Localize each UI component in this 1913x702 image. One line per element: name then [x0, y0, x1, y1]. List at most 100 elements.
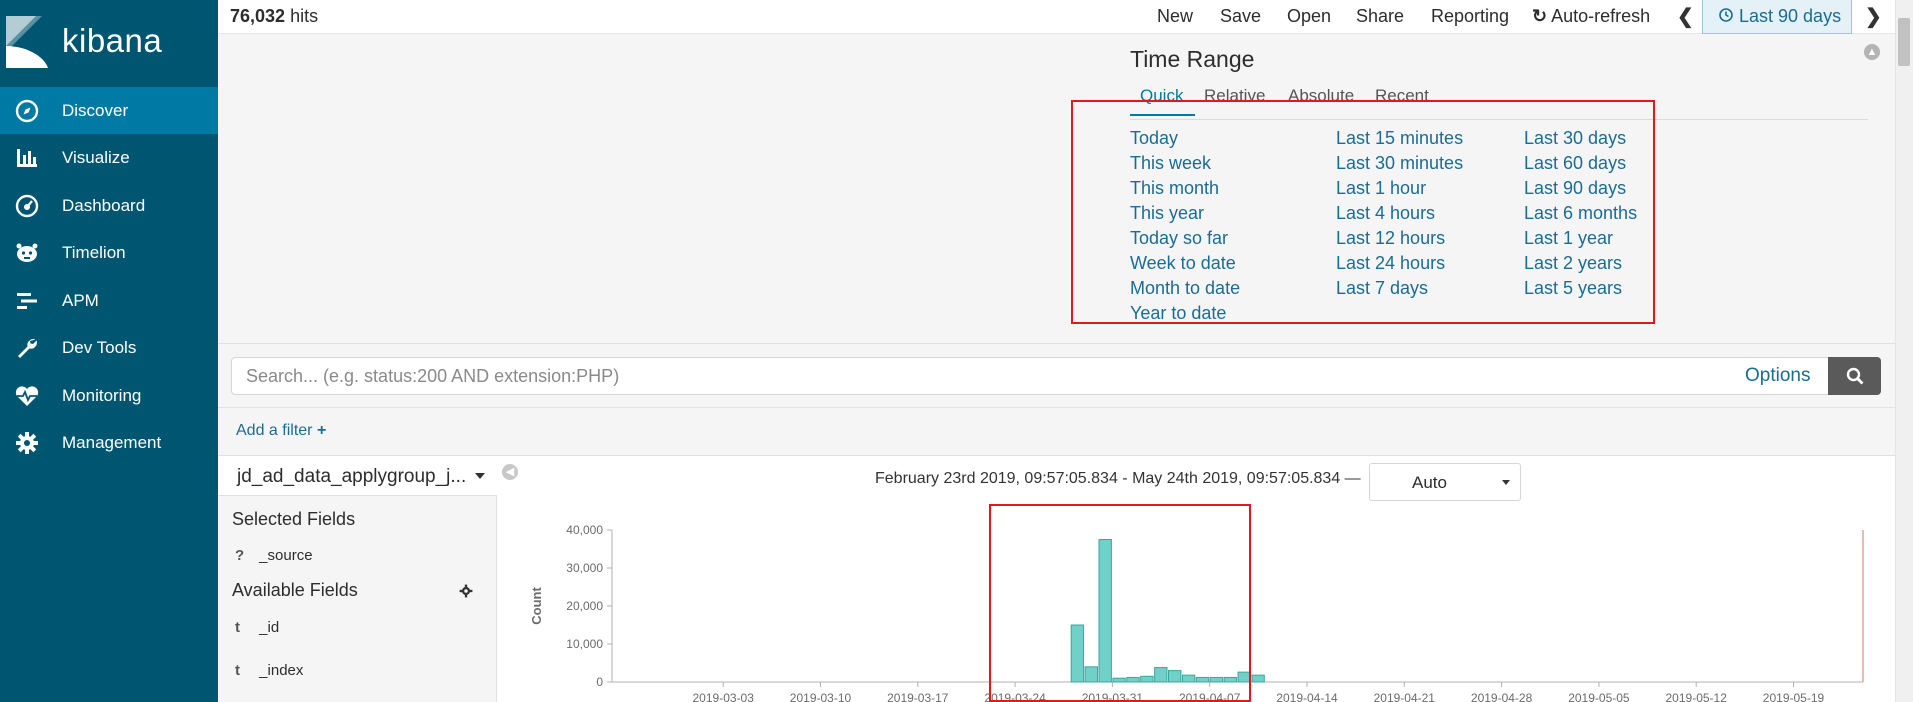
quick-option[interactable]: Last 5 years	[1524, 276, 1637, 301]
auto-refresh-label: Auto-refresh	[1551, 6, 1651, 26]
share-button[interactable]: Share	[1356, 6, 1404, 27]
histogram-bar	[1251, 674, 1265, 683]
quick-option[interactable]: Last 12 hours	[1336, 226, 1463, 251]
compass-icon	[14, 98, 40, 124]
field-item[interactable]: ? _source	[235, 547, 313, 564]
time-picker-button[interactable]: Last 90 days	[1702, 0, 1852, 34]
sidebar-item-dashboard[interactable]: Dashboard	[0, 182, 218, 229]
new-button[interactable]: New	[1157, 6, 1193, 27]
sidebar-item-timelion[interactable]: Timelion	[0, 229, 218, 276]
field-name: _index	[259, 662, 304, 679]
search-button[interactable]	[1828, 357, 1881, 395]
sidebar-item-management[interactable]: Management	[0, 419, 218, 466]
x-tick-label: 2019-03-03	[693, 691, 755, 702]
quick-option[interactable]: Last 60 days	[1524, 151, 1637, 176]
time-step-forward-icon[interactable]: ❯	[1865, 4, 1882, 29]
x-tick-label: 2019-04-21	[1374, 691, 1436, 702]
quick-option[interactable]: Last 30 days	[1524, 126, 1637, 151]
save-button[interactable]: Save	[1220, 6, 1261, 27]
quick-option[interactable]: Last 24 hours	[1336, 251, 1463, 276]
sidebar-item-label: Management	[62, 432, 162, 452]
quick-option[interactable]: Last 4 hours	[1336, 201, 1463, 226]
quick-option[interactable]: Today	[1130, 126, 1240, 151]
filter-bar: Add a filter +	[218, 408, 1895, 456]
collapse-panel-icon[interactable]: ▲	[1864, 44, 1880, 60]
x-tick-label: 2019-04-07	[1179, 691, 1241, 702]
options-link[interactable]: Options	[1745, 365, 1810, 387]
tab-divider	[1130, 119, 1868, 120]
sidebar-item-apm[interactable]: APM	[0, 277, 218, 324]
dashboard-gauge-icon	[14, 193, 40, 219]
quick-option[interactable]: This year	[1130, 201, 1240, 226]
sidebar-item-dev-tools[interactable]: Dev Tools	[0, 324, 218, 371]
quick-option[interactable]: Last 1 hour	[1336, 176, 1463, 201]
hits-label: hits	[290, 6, 319, 26]
sidebar-item-discover[interactable]: Discover	[0, 87, 218, 134]
quick-column-long: Last 30 days Last 60 days Last 90 days L…	[1524, 126, 1637, 301]
histogram-bar	[1084, 666, 1098, 683]
quick-option[interactable]: Last 15 minutes	[1336, 126, 1463, 151]
plus-icon: +	[316, 422, 327, 439]
x-tick-label: 2019-05-19	[1763, 691, 1825, 702]
collapse-sidebar-icon[interactable]: ◀	[502, 464, 518, 480]
search-input[interactable]	[231, 357, 1842, 395]
tab-recent[interactable]: Recent	[1375, 86, 1429, 106]
quick-option[interactable]: Week to date	[1130, 251, 1240, 276]
tab-relative[interactable]: Relative	[1204, 86, 1265, 106]
sidebar-item-label: Monitoring	[62, 385, 142, 405]
field-type-icon: t	[235, 662, 240, 679]
sidebar: kibana Discover Visualize Dashboard Time…	[0, 0, 218, 702]
brand-name: kibana	[62, 22, 163, 59]
caret-down-icon	[1502, 480, 1510, 485]
quick-option[interactable]: Last 1 year	[1524, 226, 1637, 251]
add-filter-button[interactable]: Add a filter +	[236, 422, 326, 440]
sidebar-item-label: Dashboard	[62, 195, 146, 215]
time-step-back-icon[interactable]: ❮	[1677, 4, 1694, 29]
field-settings-gear-icon[interactable]	[459, 584, 473, 603]
tab-absolute[interactable]: Absolute	[1288, 86, 1354, 106]
histogram-bar	[1209, 676, 1224, 683]
histogram-bar	[1140, 675, 1154, 683]
quick-option[interactable]: Last 2 years	[1524, 251, 1637, 276]
quick-option[interactable]: Last 7 days	[1336, 276, 1463, 301]
scrollbar-thumb[interactable]	[1898, 18, 1910, 66]
y-tick-label: 30,000	[566, 561, 603, 575]
sidebar-item-label: Dev Tools	[62, 337, 137, 357]
quick-option[interactable]: Year to date	[1130, 301, 1240, 326]
histogram-bar	[1112, 677, 1126, 683]
open-button[interactable]: Open	[1287, 6, 1331, 27]
quick-option[interactable]: This month	[1130, 176, 1240, 201]
index-pattern-select[interactable]: jd_ad_data_applygroup_j...	[218, 456, 497, 496]
bar-chart-icon	[14, 145, 40, 171]
reporting-button[interactable]: Reporting	[1431, 6, 1509, 27]
x-tick-label: 2019-03-17	[887, 691, 949, 702]
quick-option[interactable]: Last 30 minutes	[1336, 151, 1463, 176]
x-tick-label: 2019-03-10	[790, 691, 852, 702]
y-tick-label: 20,000	[566, 599, 603, 613]
available-fields-title: Available Fields	[232, 580, 358, 600]
field-item[interactable]: t _id	[235, 619, 279, 636]
quick-column-short: Last 15 minutes Last 30 minutes Last 1 h…	[1336, 126, 1463, 301]
quick-option[interactable]: Month to date	[1130, 276, 1240, 301]
page-scrollbar[interactable]	[1895, 0, 1913, 702]
add-filter-label: Add a filter	[236, 422, 313, 439]
sidebar-item-visualize[interactable]: Visualize	[0, 134, 218, 181]
gear-icon	[14, 430, 40, 456]
quick-option[interactable]: Last 90 days	[1524, 176, 1637, 201]
interval-select[interactable]: Auto	[1369, 463, 1521, 501]
index-pattern-name: jd_ad_data_applygroup_j...	[237, 466, 467, 487]
tab-quick[interactable]: Quick	[1140, 86, 1183, 106]
sidebar-item-label: Visualize	[62, 147, 130, 167]
field-item[interactable]: t _index	[235, 662, 303, 679]
quick-option[interactable]: Last 6 months	[1524, 201, 1637, 226]
x-tick-label: 2019-03-24	[984, 691, 1046, 702]
x-tick-label: 2019-05-05	[1568, 691, 1630, 702]
kibana-logo[interactable]: kibana	[0, 0, 218, 86]
auto-refresh-button[interactable]: ↻ Auto-refresh	[1532, 6, 1650, 27]
quick-option[interactable]: This week	[1130, 151, 1240, 176]
caret-down-icon	[475, 473, 485, 479]
sidebar-item-label: Timelion	[62, 242, 126, 262]
quick-option[interactable]: Today so far	[1130, 226, 1240, 251]
selected-fields-title: Selected Fields	[232, 509, 356, 529]
sidebar-item-monitoring[interactable]: Monitoring	[0, 372, 218, 419]
